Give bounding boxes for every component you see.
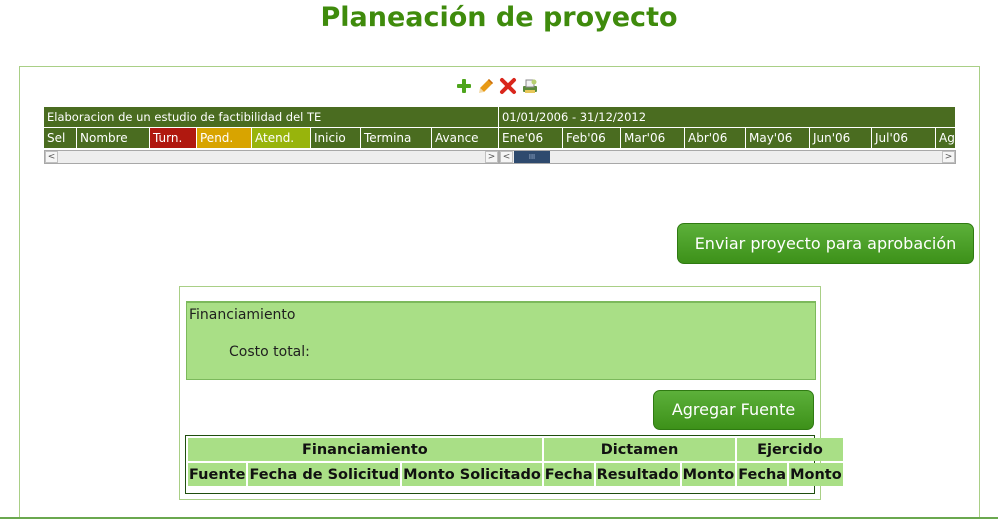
month-header: Abr'06 (685, 128, 746, 148)
table-header-row: Fuente Fecha de Solicitud Monto Solicita… (188, 463, 843, 486)
col-ejercido-monto: Monto (789, 463, 843, 486)
group-header-dictamen: Dictamen (543, 438, 736, 461)
toolbar (455, 76, 539, 96)
add-source-button[interactable]: Agregar Fuente (653, 390, 814, 430)
financing-box-title: Financiamiento (189, 307, 296, 323)
month-header: Feb'06 (563, 128, 621, 148)
month-header: Jun'06 (810, 128, 872, 148)
plus-icon[interactable] (455, 77, 473, 95)
col-ejercido-fecha: Fecha (737, 463, 788, 486)
col-nombre[interactable]: Nombre (77, 128, 150, 148)
scroll-left-arrow[interactable]: < (45, 151, 58, 163)
group-header-financiamiento: Financiamiento (188, 438, 542, 461)
scroll-right-arrow[interactable]: > (942, 151, 955, 163)
send-for-approval-button[interactable]: Enviar proyecto para aprobación (677, 223, 974, 264)
col-turn[interactable]: Turn. (150, 128, 197, 148)
col-pend[interactable]: Pend. (197, 128, 252, 148)
scroll-left-arrow[interactable]: < (500, 151, 513, 163)
table-group-header-row: Financiamiento Dictamen Ejercido (188, 438, 843, 461)
col-sel[interactable]: Sel (44, 128, 77, 148)
col-fecha-solicitud: Fecha de Solicitud (248, 463, 401, 486)
month-header: Mar'06 (621, 128, 685, 148)
scroll-right-arrow[interactable]: > (485, 151, 498, 163)
print-icon[interactable] (521, 77, 539, 95)
gantt-left-scrollbar[interactable]: < > (44, 150, 499, 164)
col-resultado: Resultado (595, 463, 680, 486)
month-header: Ene'06 (499, 128, 563, 148)
gantt-timeline: 01/01/2006 - 31/12/2012 Ene'06 Feb'06 Ma… (499, 107, 956, 164)
group-header-ejercido: Ejercido (737, 438, 843, 461)
pencil-icon[interactable] (477, 77, 495, 95)
gantt-chart: Elaboracion de un estudio de factibilida… (44, 107, 956, 165)
financing-summary-box: Financiamiento Costo total: (186, 301, 816, 380)
col-termina[interactable]: Termina (361, 128, 432, 148)
col-fuente: Fuente (188, 463, 247, 486)
col-atend[interactable]: Atend. (252, 128, 311, 148)
gantt-task-title: Elaboracion de un estudio de factibilida… (44, 107, 499, 127)
col-inicio[interactable]: Inicio (311, 128, 361, 148)
gantt-month-headers: Ene'06 Feb'06 Mar'06 Abr'06 May'06 Jun'0… (499, 127, 956, 148)
financing-table: Financiamiento Dictamen Ejercido Fuente … (186, 436, 845, 488)
col-monto-solicitado: Monto Solicitado (402, 463, 542, 486)
page-title: Planeación de proyecto (320, 2, 678, 33)
gantt-column-headers: Sel Nombre Turn. Pend. Atend. Inicio Ter… (44, 127, 499, 148)
col-avance[interactable]: Avance (432, 128, 499, 148)
month-header: Jul'06 (872, 128, 936, 148)
scroll-thumb[interactable]: III (514, 151, 550, 163)
gantt-task-grid: Elaboracion de un estudio de factibilida… (44, 107, 499, 164)
gantt-date-range: 01/01/2006 - 31/12/2012 (499, 107, 956, 127)
total-cost-label: Costo total: (229, 344, 310, 360)
col-dictamen-fecha: Fecha (543, 463, 594, 486)
gantt-right-scrollbar[interactable]: < III > (499, 150, 956, 164)
col-dictamen-monto: Monto (681, 463, 736, 486)
month-header: Ag (936, 128, 956, 148)
month-header: May'06 (746, 128, 810, 148)
financing-table-container: Financiamiento Dictamen Ejercido Fuente … (185, 435, 843, 494)
delete-x-icon[interactable] (499, 77, 517, 95)
